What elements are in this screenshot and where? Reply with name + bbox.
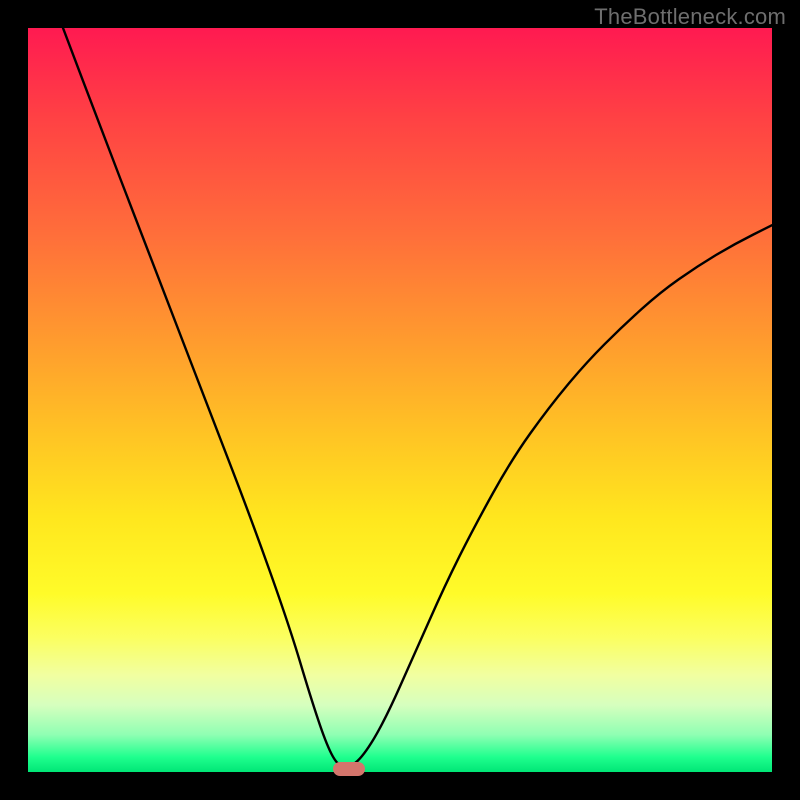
watermark-text: TheBottleneck.com: [594, 4, 786, 30]
optimum-marker: [333, 762, 365, 776]
plot-area: [28, 28, 772, 772]
bottleneck-curve: [28, 28, 772, 772]
chart-frame: TheBottleneck.com: [0, 0, 800, 800]
